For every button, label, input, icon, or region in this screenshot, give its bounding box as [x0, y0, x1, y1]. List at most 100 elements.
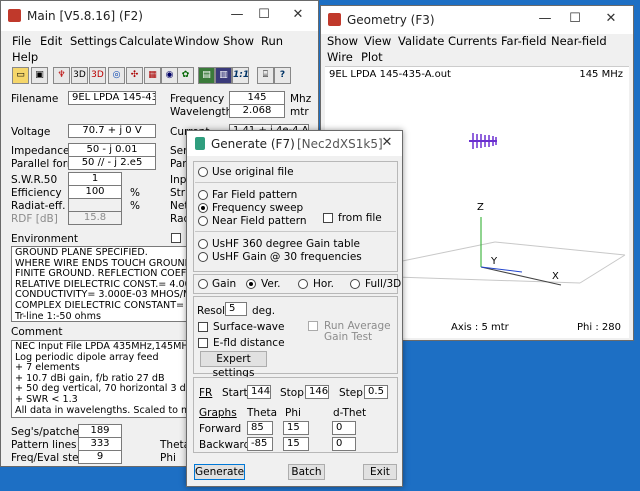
theta-col-label: Theta: [247, 407, 278, 419]
backward-theta-field[interactable]: -85: [247, 437, 273, 451]
efld-distance-checkbox[interactable]: [198, 338, 208, 348]
full3d-label[interactable]: Full/3D: [365, 278, 401, 290]
pattern-icon[interactable]: ◎: [108, 67, 125, 84]
menu-file[interactable]: File: [12, 34, 31, 48]
series-label: Ser: [170, 145, 188, 157]
stop-field[interactable]: 146: [305, 385, 329, 399]
run-average-checkbox[interactable]: [308, 321, 318, 331]
freqeval-field[interactable]: 9: [78, 450, 122, 464]
surface-wave-label[interactable]: Surface-wave: [213, 321, 285, 333]
forward-dthet-field[interactable]: 0: [332, 421, 356, 435]
batch-button[interactable]: Batch: [288, 464, 325, 480]
backward-dthet-field[interactable]: 0: [332, 437, 356, 451]
main-titlebar[interactable]: Main [V5.8.16] (F2) — ☐ ✕: [1, 1, 318, 31]
geo-menu-view[interactable]: View: [364, 34, 391, 48]
radiation-icon[interactable]: ◉: [161, 67, 178, 84]
generate-button[interactable]: Generate: [194, 464, 245, 480]
menu-show[interactable]: Show: [223, 34, 254, 48]
menu-window[interactable]: Window: [174, 34, 219, 48]
backward-phi-field[interactable]: 15: [283, 437, 309, 451]
surface-wave-checkbox[interactable]: [198, 322, 208, 332]
forward-theta-field[interactable]: 85: [247, 421, 273, 435]
pattern-field[interactable]: 333: [78, 437, 122, 451]
impedance-field[interactable]: 50 - j 0.01: [68, 143, 156, 157]
geometry-titlebar[interactable]: Geometry (F3) — ☐ ✕: [321, 6, 633, 34]
radiat-field[interactable]: [68, 198, 122, 212]
hor-radio[interactable]: [298, 279, 308, 289]
gain-table-label[interactable]: UsHF 360 degree Gain table: [212, 238, 360, 250]
grid-icon[interactable]: ▦: [144, 67, 161, 84]
menu-run[interactable]: Run: [261, 34, 283, 48]
ver-radio[interactable]: [246, 279, 256, 289]
table-icon[interactable]: ▥: [215, 67, 232, 84]
geo-menu-nearfield[interactable]: Near-field: [551, 34, 607, 48]
expert-settings-button[interactable]: Expert settings: [200, 351, 267, 379]
gain-3d-radio[interactable]: [198, 252, 208, 262]
scale-icon[interactable]: 1:1: [232, 67, 249, 84]
segs-field[interactable]: 189: [78, 424, 122, 438]
geometry-close-icon[interactable]: ✕: [601, 11, 621, 26]
optimize-icon[interactable]: ✿: [177, 67, 194, 84]
exit-button[interactable]: Exit: [363, 464, 397, 480]
efficiency-field[interactable]: 100: [68, 185, 122, 199]
forward-phi-field[interactable]: 15: [283, 421, 309, 435]
near-field-radio[interactable]: [198, 216, 208, 226]
use-original-label[interactable]: Use original file: [212, 166, 294, 178]
from-file-label[interactable]: from file: [338, 212, 382, 224]
freq-sweep-radio[interactable]: [198, 203, 208, 213]
near-field-label[interactable]: Near Field pattern: [212, 215, 307, 227]
geo-menu-show[interactable]: Show: [327, 34, 358, 48]
maximize-icon[interactable]: ☐: [254, 7, 274, 22]
parallel-field[interactable]: 50 // - j 2.e5: [68, 156, 156, 170]
ver-label[interactable]: Ver.: [261, 278, 281, 290]
close-icon[interactable]: ✕: [288, 7, 308, 22]
menu-edit[interactable]: Edit: [40, 34, 62, 48]
frequency-field[interactable]: 145: [229, 91, 285, 105]
polar-icon[interactable]: ✣: [126, 67, 143, 84]
start-field[interactable]: 144: [247, 385, 271, 399]
view-3d-color-icon[interactable]: 3D: [89, 67, 106, 84]
gain-label[interactable]: Gain: [212, 278, 236, 290]
filename-field[interactable]: 9EL LPDA 145-435-/: [68, 91, 156, 105]
antenna-icon[interactable]: ♆: [53, 67, 70, 84]
gain-3d-label[interactable]: UsHF Gain @ 30 frequencies: [212, 251, 362, 263]
step-field[interactable]: 0.5: [364, 385, 388, 399]
menu-settings[interactable]: Settings: [70, 34, 117, 48]
use-original-radio[interactable]: [198, 167, 208, 177]
environment-box[interactable]: GROUND PLANE SPECIFIED. WHERE WIRE ENDS …: [11, 246, 192, 322]
far-field-radio[interactable]: [198, 190, 208, 200]
comment-box[interactable]: NEC Input File LPDA 435MHz,145MHz, Pow L…: [11, 340, 192, 418]
help-icon[interactable]: ?: [274, 67, 291, 84]
geo-menu-farfield[interactable]: Far-field: [501, 34, 547, 48]
hor-label[interactable]: Hor.: [313, 278, 334, 290]
efld-distance-label[interactable]: E-fld distance: [213, 337, 285, 349]
voltage-field[interactable]: 70.7 + j 0 V: [68, 124, 156, 138]
gain-radio[interactable]: [198, 279, 208, 289]
calculator-icon[interactable]: ▤: [198, 67, 215, 84]
minimize-icon[interactable]: —: [227, 7, 247, 22]
geo-menu-validate[interactable]: Validate: [398, 34, 444, 48]
geo-menu-currents[interactable]: Currents: [448, 34, 497, 48]
wavelength-field[interactable]: 2.068: [229, 104, 285, 118]
bookmark-icon[interactable]: ⌸: [257, 67, 274, 84]
environment-checkbox[interactable]: [171, 233, 181, 243]
view-3d-icon[interactable]: 3D: [71, 67, 88, 84]
geo-menu-wire[interactable]: Wire: [327, 50, 353, 64]
open-file-icon[interactable]: ▭: [12, 67, 29, 84]
resol-field[interactable]: 5: [225, 302, 247, 316]
far-field-label[interactable]: Far Field pattern: [212, 189, 297, 201]
generate-close-icon[interactable]: ✕: [377, 135, 397, 150]
gain-table-radio[interactable]: [198, 239, 208, 249]
save-file-icon[interactable]: ▣: [31, 67, 48, 84]
generate-titlebar[interactable]: Generate (F7) [Nec2dXS1k5] ✕: [187, 131, 402, 156]
swr-field[interactable]: 1: [68, 172, 122, 186]
full3d-radio[interactable]: [350, 279, 360, 289]
menu-calculate[interactable]: Calculate: [119, 34, 173, 48]
geometry-minimize-icon[interactable]: —: [535, 11, 555, 26]
rdf-field[interactable]: 15.8: [68, 211, 122, 225]
menu-help[interactable]: Help: [12, 50, 38, 64]
geometry-maximize-icon[interactable]: ☐: [565, 11, 585, 26]
freq-sweep-label[interactable]: Frequency sweep: [212, 202, 303, 214]
from-file-checkbox[interactable]: [323, 213, 333, 223]
geo-menu-plot[interactable]: Plot: [361, 50, 383, 64]
